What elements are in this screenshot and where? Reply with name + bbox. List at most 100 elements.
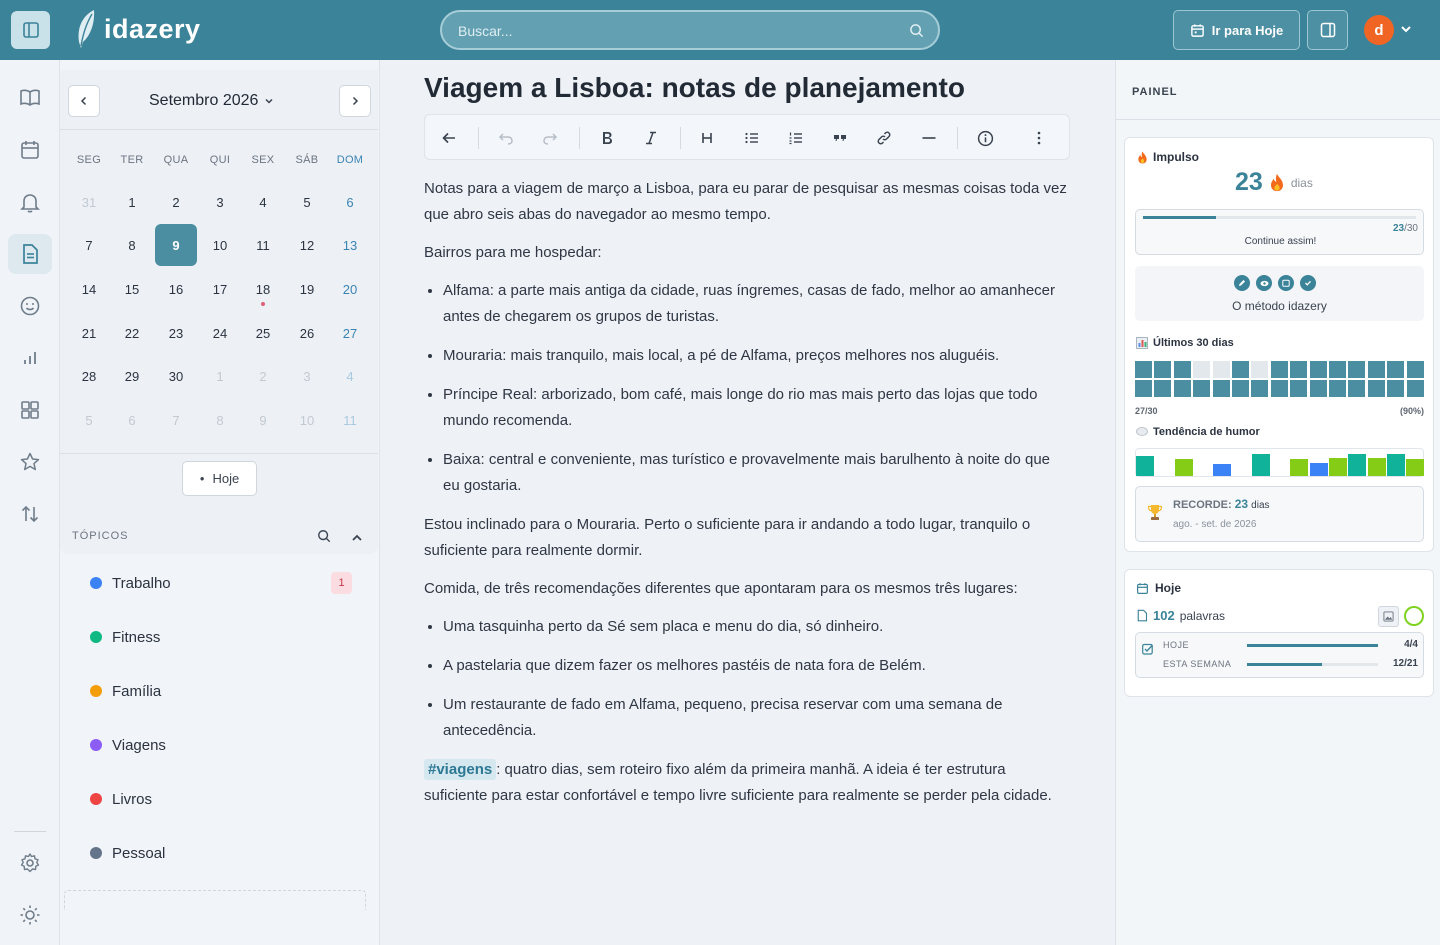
bold-button[interactable] bbox=[597, 128, 617, 148]
calendar-day[interactable]: 23 bbox=[155, 312, 197, 354]
add-topic-area[interactable] bbox=[64, 890, 366, 910]
nav-mood[interactable] bbox=[8, 286, 52, 326]
calendar-day[interactable]: 28 bbox=[68, 355, 110, 397]
calendar-day[interactable]: 20 bbox=[329, 268, 371, 310]
flame-icon bbox=[1270, 173, 1283, 192]
word-count-unit: palavras bbox=[1179, 608, 1226, 623]
nav-dashboard[interactable] bbox=[8, 390, 52, 430]
calendar-day[interactable]: 5 bbox=[68, 399, 110, 441]
calendar-day[interactable]: 2 bbox=[242, 355, 284, 397]
topic-item[interactable]: Trabalho bbox=[90, 568, 171, 598]
calendar-day[interactable]: 21 bbox=[68, 312, 110, 354]
calendar-day[interactable]: 7 bbox=[155, 399, 197, 441]
document-title[interactable]: Viagem a Lisboa: notas de planejamento bbox=[424, 72, 965, 104]
numbered-list-button[interactable] bbox=[786, 128, 806, 148]
nav-settings[interactable] bbox=[8, 843, 52, 883]
calendar-day[interactable]: 29 bbox=[111, 355, 153, 397]
calendar-icon bbox=[1190, 23, 1204, 37]
last30-header: Últimos 30 dias bbox=[1136, 337, 1234, 349]
topic-item[interactable]: Pessoal bbox=[90, 838, 165, 868]
more-options-button[interactable] bbox=[1029, 128, 1049, 148]
nav-theme[interactable] bbox=[8, 895, 52, 935]
calendar-day[interactable]: 13 bbox=[329, 224, 371, 266]
calendar-day[interactable]: 1 bbox=[111, 181, 153, 223]
topic-item[interactable]: Livros bbox=[90, 784, 152, 814]
search-icon[interactable] bbox=[909, 23, 924, 38]
calendar-day[interactable]: 8 bbox=[111, 224, 153, 266]
topic-item[interactable]: Família bbox=[90, 676, 161, 706]
calendar-day[interactable]: 10 bbox=[286, 399, 328, 441]
quote-button[interactable] bbox=[830, 128, 850, 148]
go-to-today-button[interactable]: Ir para Hoje bbox=[1173, 10, 1300, 50]
calendar-day[interactable]: 19 bbox=[286, 268, 328, 310]
progress-track bbox=[1247, 663, 1378, 666]
document-body[interactable]: Notas para a viagem de março a Lisboa, p… bbox=[424, 176, 1070, 821]
prev-month-button[interactable] bbox=[68, 85, 100, 117]
user-avatar[interactable]: d bbox=[1364, 15, 1394, 45]
search-icon[interactable] bbox=[317, 529, 331, 543]
calendar-day[interactable]: 4 bbox=[329, 355, 371, 397]
calendar-today-button[interactable]: ● Hoje bbox=[182, 461, 257, 496]
nav-sync[interactable] bbox=[8, 494, 52, 534]
nav-notifications[interactable] bbox=[8, 182, 52, 222]
calendar-day[interactable]: 25 bbox=[242, 312, 284, 354]
toggle-panel-button[interactable] bbox=[1307, 10, 1348, 50]
hashtag[interactable]: #viagens bbox=[424, 759, 497, 780]
mood-check-button[interactable] bbox=[1404, 606, 1424, 626]
calendar-day[interactable]: 2 bbox=[155, 181, 197, 223]
topic-item[interactable]: Fitness bbox=[90, 622, 160, 652]
redo-button[interactable] bbox=[540, 128, 560, 148]
calendar-day[interactable]: 7 bbox=[68, 224, 110, 266]
calendar-day[interactable]: 9 bbox=[242, 399, 284, 441]
app-logo[interactable]: idazery bbox=[74, 8, 201, 50]
search-bar[interactable] bbox=[440, 10, 940, 50]
month-selector[interactable]: Setembro 2026 bbox=[149, 92, 274, 110]
link-button[interactable] bbox=[874, 128, 894, 148]
topic-item[interactable]: Viagens bbox=[90, 730, 166, 760]
calendar-day[interactable]: 6 bbox=[329, 181, 371, 223]
calendar-day[interactable]: 6 bbox=[111, 399, 153, 441]
method-link[interactable]: O método idazery bbox=[1135, 266, 1424, 321]
chevron-up-icon[interactable] bbox=[351, 532, 363, 544]
nav-documents[interactable] bbox=[8, 234, 52, 274]
italic-button[interactable] bbox=[641, 128, 661, 148]
calendar-day[interactable]: 12 bbox=[286, 224, 328, 266]
calendar-day[interactable]: 1 bbox=[199, 355, 241, 397]
calendar-day[interactable]: 15 bbox=[111, 268, 153, 310]
calendar-day[interactable]: 9 bbox=[155, 224, 197, 266]
calendar-day[interactable]: 4 bbox=[242, 181, 284, 223]
bullet-list-button[interactable] bbox=[742, 128, 762, 148]
calendar-day[interactable]: 16 bbox=[155, 268, 197, 310]
calendar-day[interactable]: 11 bbox=[329, 399, 371, 441]
undo-button[interactable] bbox=[496, 128, 516, 148]
next-month-button[interactable] bbox=[339, 85, 371, 117]
calendar-day[interactable]: 26 bbox=[286, 312, 328, 354]
divider-button[interactable] bbox=[919, 128, 939, 148]
nav-favorites[interactable] bbox=[8, 442, 52, 482]
calendar-day[interactable]: 31 bbox=[68, 181, 110, 223]
sidebar-toggle-button[interactable] bbox=[11, 11, 50, 49]
calendar-day[interactable]: 3 bbox=[286, 355, 328, 397]
image-button[interactable] bbox=[1378, 606, 1399, 627]
calendar-day[interactable]: 14 bbox=[68, 268, 110, 310]
go-to-today-label: Ir para Hoje bbox=[1211, 22, 1284, 38]
today-tasks-value: 4/4 bbox=[1404, 639, 1418, 650]
calendar-day[interactable]: 17 bbox=[199, 268, 241, 310]
calendar-day[interactable]: 27 bbox=[329, 312, 371, 354]
heading-button[interactable] bbox=[697, 128, 717, 148]
nav-stats[interactable] bbox=[8, 338, 52, 378]
calendar-day[interactable]: 22 bbox=[111, 312, 153, 354]
search-input[interactable] bbox=[458, 21, 898, 41]
calendar-day[interactable]: 8 bbox=[199, 399, 241, 441]
back-button[interactable] bbox=[439, 128, 459, 148]
nav-calendar[interactable] bbox=[8, 130, 52, 170]
calendar-day[interactable]: 30 bbox=[155, 355, 197, 397]
calendar-day[interactable]: 5 bbox=[286, 181, 328, 223]
info-button[interactable] bbox=[975, 128, 995, 148]
calendar-day[interactable]: 24 bbox=[199, 312, 241, 354]
chevron-down-icon[interactable] bbox=[1400, 23, 1412, 35]
calendar-day[interactable]: 11 bbox=[242, 224, 284, 266]
calendar-day[interactable]: 3 bbox=[199, 181, 241, 223]
nav-journal[interactable] bbox=[8, 78, 52, 118]
calendar-day[interactable]: 10 bbox=[199, 224, 241, 266]
